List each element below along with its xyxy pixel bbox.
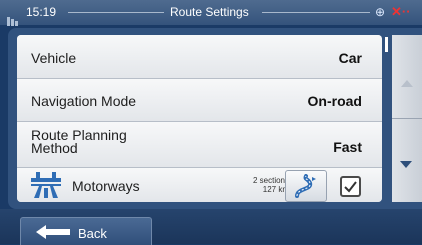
back-button[interactable]: Back [20,217,152,245]
sections-distance: 127 km [262,185,289,194]
status-bar: 15:19 Route Settings ⊕ ✕·· [0,0,422,26]
divider [68,12,164,13]
motorway-icon [31,172,61,198]
scroll-up-button[interactable] [401,80,413,87]
satellite-icon: ✕·· [391,4,411,19]
sections-count: 2 sections [252,176,289,185]
route-planning-method-value: Fast [333,139,362,155]
clock: 15:19 [26,5,57,19]
signal-icon [7,8,19,26]
navigation-mode-value: On-road [307,93,362,109]
vehicle-row[interactable]: Vehicle Car [17,35,382,79]
checkmark-icon [344,181,357,193]
scroll-down-button[interactable] [400,161,412,168]
motorways-info: 2 sections 127 km [253,176,289,194]
screen-title: Route Settings [170,5,249,19]
motorways-checkbox[interactable] [340,176,361,197]
vehicle-value: Car [338,50,362,66]
scroll-position-indicator [385,37,388,52]
show-sections-button[interactable] [285,170,327,202]
winding-road-icon [295,174,316,198]
motorways-row[interactable]: Motorways 2 sections 127 km [17,168,382,202]
route-planning-method-row[interactable]: Route Planning Method Fast [17,122,382,168]
vehicle-label: Vehicle [31,50,77,66]
back-arrow-icon [36,225,70,239]
navigation-mode-label: Navigation Mode [31,93,137,109]
motorways-label: Motorways [72,178,140,194]
divider [392,118,422,119]
gps-icon: ⊕ [375,5,386,19]
settings-list: Vehicle Car Navigation Mode On-road Rout… [17,35,382,202]
back-label: Back [78,226,107,241]
route-planning-method-label: Route Planning Method [31,127,127,156]
divider [262,12,370,13]
navigation-mode-row[interactable]: Navigation Mode On-road [17,79,382,122]
